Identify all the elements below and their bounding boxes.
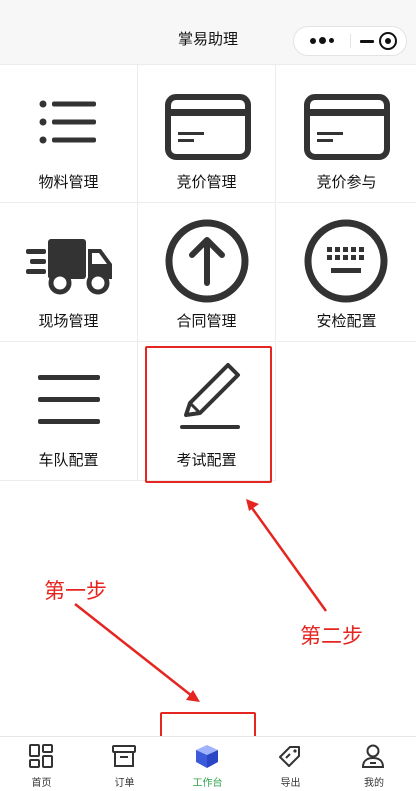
miniprogram-capsule [293,26,407,56]
tab-export[interactable]: 导出 [249,737,332,791]
tab-label: 订单 [114,778,135,789]
tab-home[interactable]: 首页 [0,737,83,791]
tab-label: 导出 [280,778,301,789]
card-icon [304,94,390,160]
navigation-bar: 掌易助理 [0,0,416,65]
tab-workbench[interactable]: 工作台 [166,737,249,791]
grid-item-label: 安检配置 [316,312,377,330]
cube-icon [196,745,218,768]
grid-item-site[interactable]: 现场管理 [0,203,138,342]
tab-label: 首页 [31,778,52,789]
grid-item-bidding-manage[interactable]: 竞价管理 [138,64,276,203]
annotation-step-two: 第二步 [300,624,363,648]
tab-label: 我的 [364,778,384,789]
tab-bar: 首页 订单 工作台 导出 我的 [0,736,416,791]
grid-item-label: 车队配置 [38,451,99,469]
close-miniprogram-icon[interactable] [379,32,397,50]
keyboard-icon [304,219,388,303]
grid-item-label: 合同管理 [176,312,237,330]
capsule-divider [350,34,351,48]
grid-icon [29,744,53,768]
grid-item-label: 物料管理 [38,173,99,191]
box-icon [112,745,136,767]
arrow-up-circle-icon [165,219,249,303]
minimize-icon[interactable] [360,40,374,43]
grid-item-label: 竞价参与 [316,173,377,191]
truck-icon [26,239,112,295]
grid-item-label: 现场管理 [38,312,99,330]
tab-orders[interactable]: 订单 [83,737,166,791]
tab-mine[interactable]: 我的 [332,737,416,791]
grid-item-fleet[interactable]: 车队配置 [0,342,138,481]
user-icon [361,744,385,768]
tag-icon [279,746,300,767]
grid-item-label: 竞价管理 [176,173,237,191]
list-icon [39,100,96,144]
grid-item-security-check[interactable]: 安检配置 [277,203,416,342]
more-icon[interactable] [306,36,340,46]
annotation-step-one: 第一步 [44,579,107,603]
tab-label: 工作台 [192,778,223,789]
annotation-box-exam [145,346,272,483]
menu-icon [38,375,100,424]
card-icon [165,94,251,160]
grid-item-material[interactable]: 物料管理 [0,64,138,203]
grid-item-bidding-join[interactable]: 竞价参与 [277,64,416,203]
grid-item-contract[interactable]: 合同管理 [138,203,276,342]
